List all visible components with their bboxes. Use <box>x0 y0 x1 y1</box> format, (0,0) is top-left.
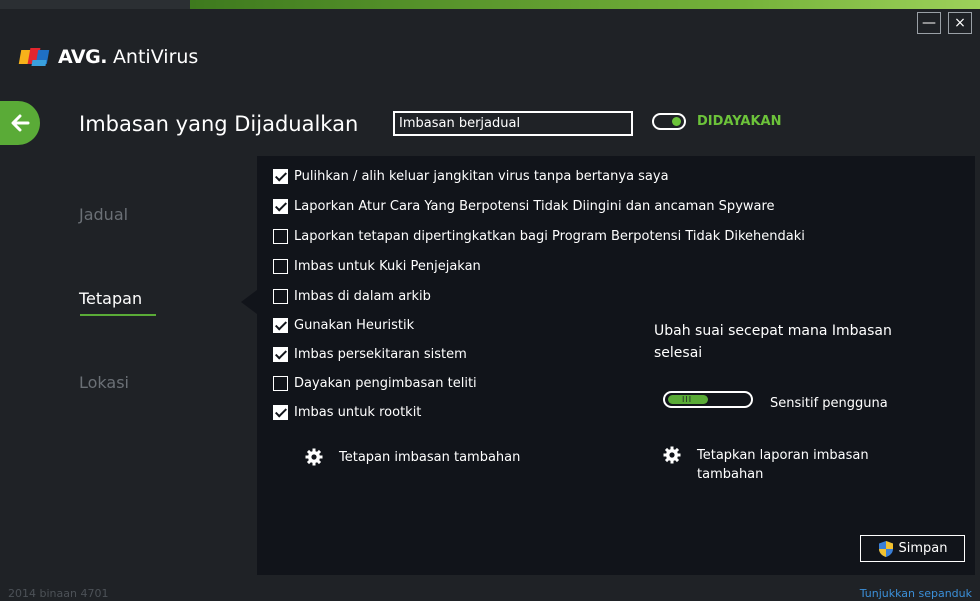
title-bar-strip <box>0 0 980 9</box>
show-notification-link[interactable]: Tunjukkan sepanduk <box>860 587 972 600</box>
checkbox-heal-without-asking[interactable]: Pulihkan / alih keluar jangkitan virus t… <box>273 167 669 185</box>
additional-scan-settings-link[interactable]: Tetapan imbasan tambahan <box>305 448 520 467</box>
save-button[interactable]: Simpan <box>860 535 965 562</box>
enabled-toggle-label: DIDAYAKAN <box>697 114 782 129</box>
additional-reports-label: Tetapkan laporan imbasan tambahan <box>697 448 869 482</box>
checkbox-label: Gunakan Heuristik <box>294 317 415 333</box>
checkbox-label: Laporkan Atur Cara Yang Berpotensi Tidak… <box>294 198 775 214</box>
checkbox-tracking-cookies[interactable]: Imbas untuk Kuki Penjejakan <box>273 257 481 275</box>
shield-icon <box>878 540 893 557</box>
slider-grip[interactable]: III <box>682 395 692 404</box>
checkbox-box[interactable] <box>273 346 288 362</box>
checkbox-label: Pulihkan / alih keluar jangkitan virus t… <box>294 168 669 184</box>
app-logo: AVG. AntiVirus <box>18 44 199 70</box>
checkbox-report-enhanced-pup[interactable]: Laporkan tetapan dipertingkatkan bagi Pr… <box>273 227 805 245</box>
additional-scan-settings-label: Tetapan imbasan tambahan <box>339 450 521 465</box>
checkbox-label: Laporkan tetapan dipertingkatkan bagi Pr… <box>294 228 805 244</box>
nav-item-lokasi[interactable]: Lokasi <box>79 373 129 392</box>
page-title: Imbasan yang Dijadualkan <box>79 112 359 136</box>
checkbox-report-pup-spyware[interactable]: Laporkan Atur Cara Yang Berpotensi Tidak… <box>273 197 775 215</box>
enabled-toggle[interactable] <box>652 113 686 130</box>
close-button[interactable]: × <box>948 12 972 34</box>
back-button[interactable] <box>0 101 40 145</box>
avg-logo-icon <box>18 46 52 68</box>
toggle-knob <box>672 117 681 126</box>
gear-icon <box>663 446 681 464</box>
checkbox-box[interactable] <box>273 198 288 214</box>
scan-speed-slider[interactable]: III <box>663 391 753 408</box>
checkbox-label: Imbas untuk Kuki Penjejakan <box>294 258 481 274</box>
scan-speed-value: Sensitif pengguna <box>770 396 888 411</box>
scan-name-input[interactable] <box>393 111 633 136</box>
checkbox-label: Imbas persekitaran sistem <box>294 346 467 362</box>
gear-icon <box>305 448 323 466</box>
nav-item-tetapan[interactable]: Tetapan <box>79 289 142 308</box>
checkbox-box[interactable] <box>273 404 288 420</box>
build-info: 2014 binaan 4701 <box>8 587 109 600</box>
checkbox-box[interactable] <box>273 258 288 274</box>
checkbox-scan-archives[interactable]: Imbas di dalam arkib <box>273 287 431 305</box>
checkbox-box[interactable] <box>273 168 288 184</box>
minimize-button[interactable]: — <box>917 12 941 34</box>
checkbox-label: Imbas di dalam arkib <box>294 288 431 304</box>
logo-brand: AVG. <box>58 46 107 68</box>
nav-active-indicator <box>80 314 156 316</box>
nav-pointer <box>241 290 257 314</box>
checkbox-heuristics[interactable]: Gunakan Heuristik <box>273 316 414 334</box>
checkbox-label: Dayakan pengimbasan teliti <box>294 375 477 391</box>
logo-product: AntiVirus <box>112 46 199 68</box>
checkbox-system-environment[interactable]: Imbas persekitaran sistem <box>273 345 467 363</box>
save-button-label: Simpan <box>898 541 948 556</box>
scan-speed-title: Ubah suai secepat mana Imbasan selesai <box>654 323 892 361</box>
checkbox-rootkits[interactable]: Imbas untuk rootkit <box>273 403 421 421</box>
additional-reports-link[interactable]: Tetapkan laporan imbasan tambahan <box>663 446 933 484</box>
title-bar-accent <box>190 0 980 9</box>
checkbox-box[interactable] <box>273 375 288 391</box>
settings-panel <box>257 156 975 575</box>
checkbox-box[interactable] <box>273 317 288 333</box>
checkbox-box[interactable] <box>273 228 288 244</box>
arrow-left-icon <box>11 114 30 132</box>
checkbox-label: Imbas untuk rootkit <box>294 404 422 420</box>
checkbox-box[interactable] <box>273 288 288 304</box>
nav-item-jadual[interactable]: Jadual <box>79 205 128 224</box>
checkbox-thorough-scan[interactable]: Dayakan pengimbasan teliti <box>273 374 477 392</box>
